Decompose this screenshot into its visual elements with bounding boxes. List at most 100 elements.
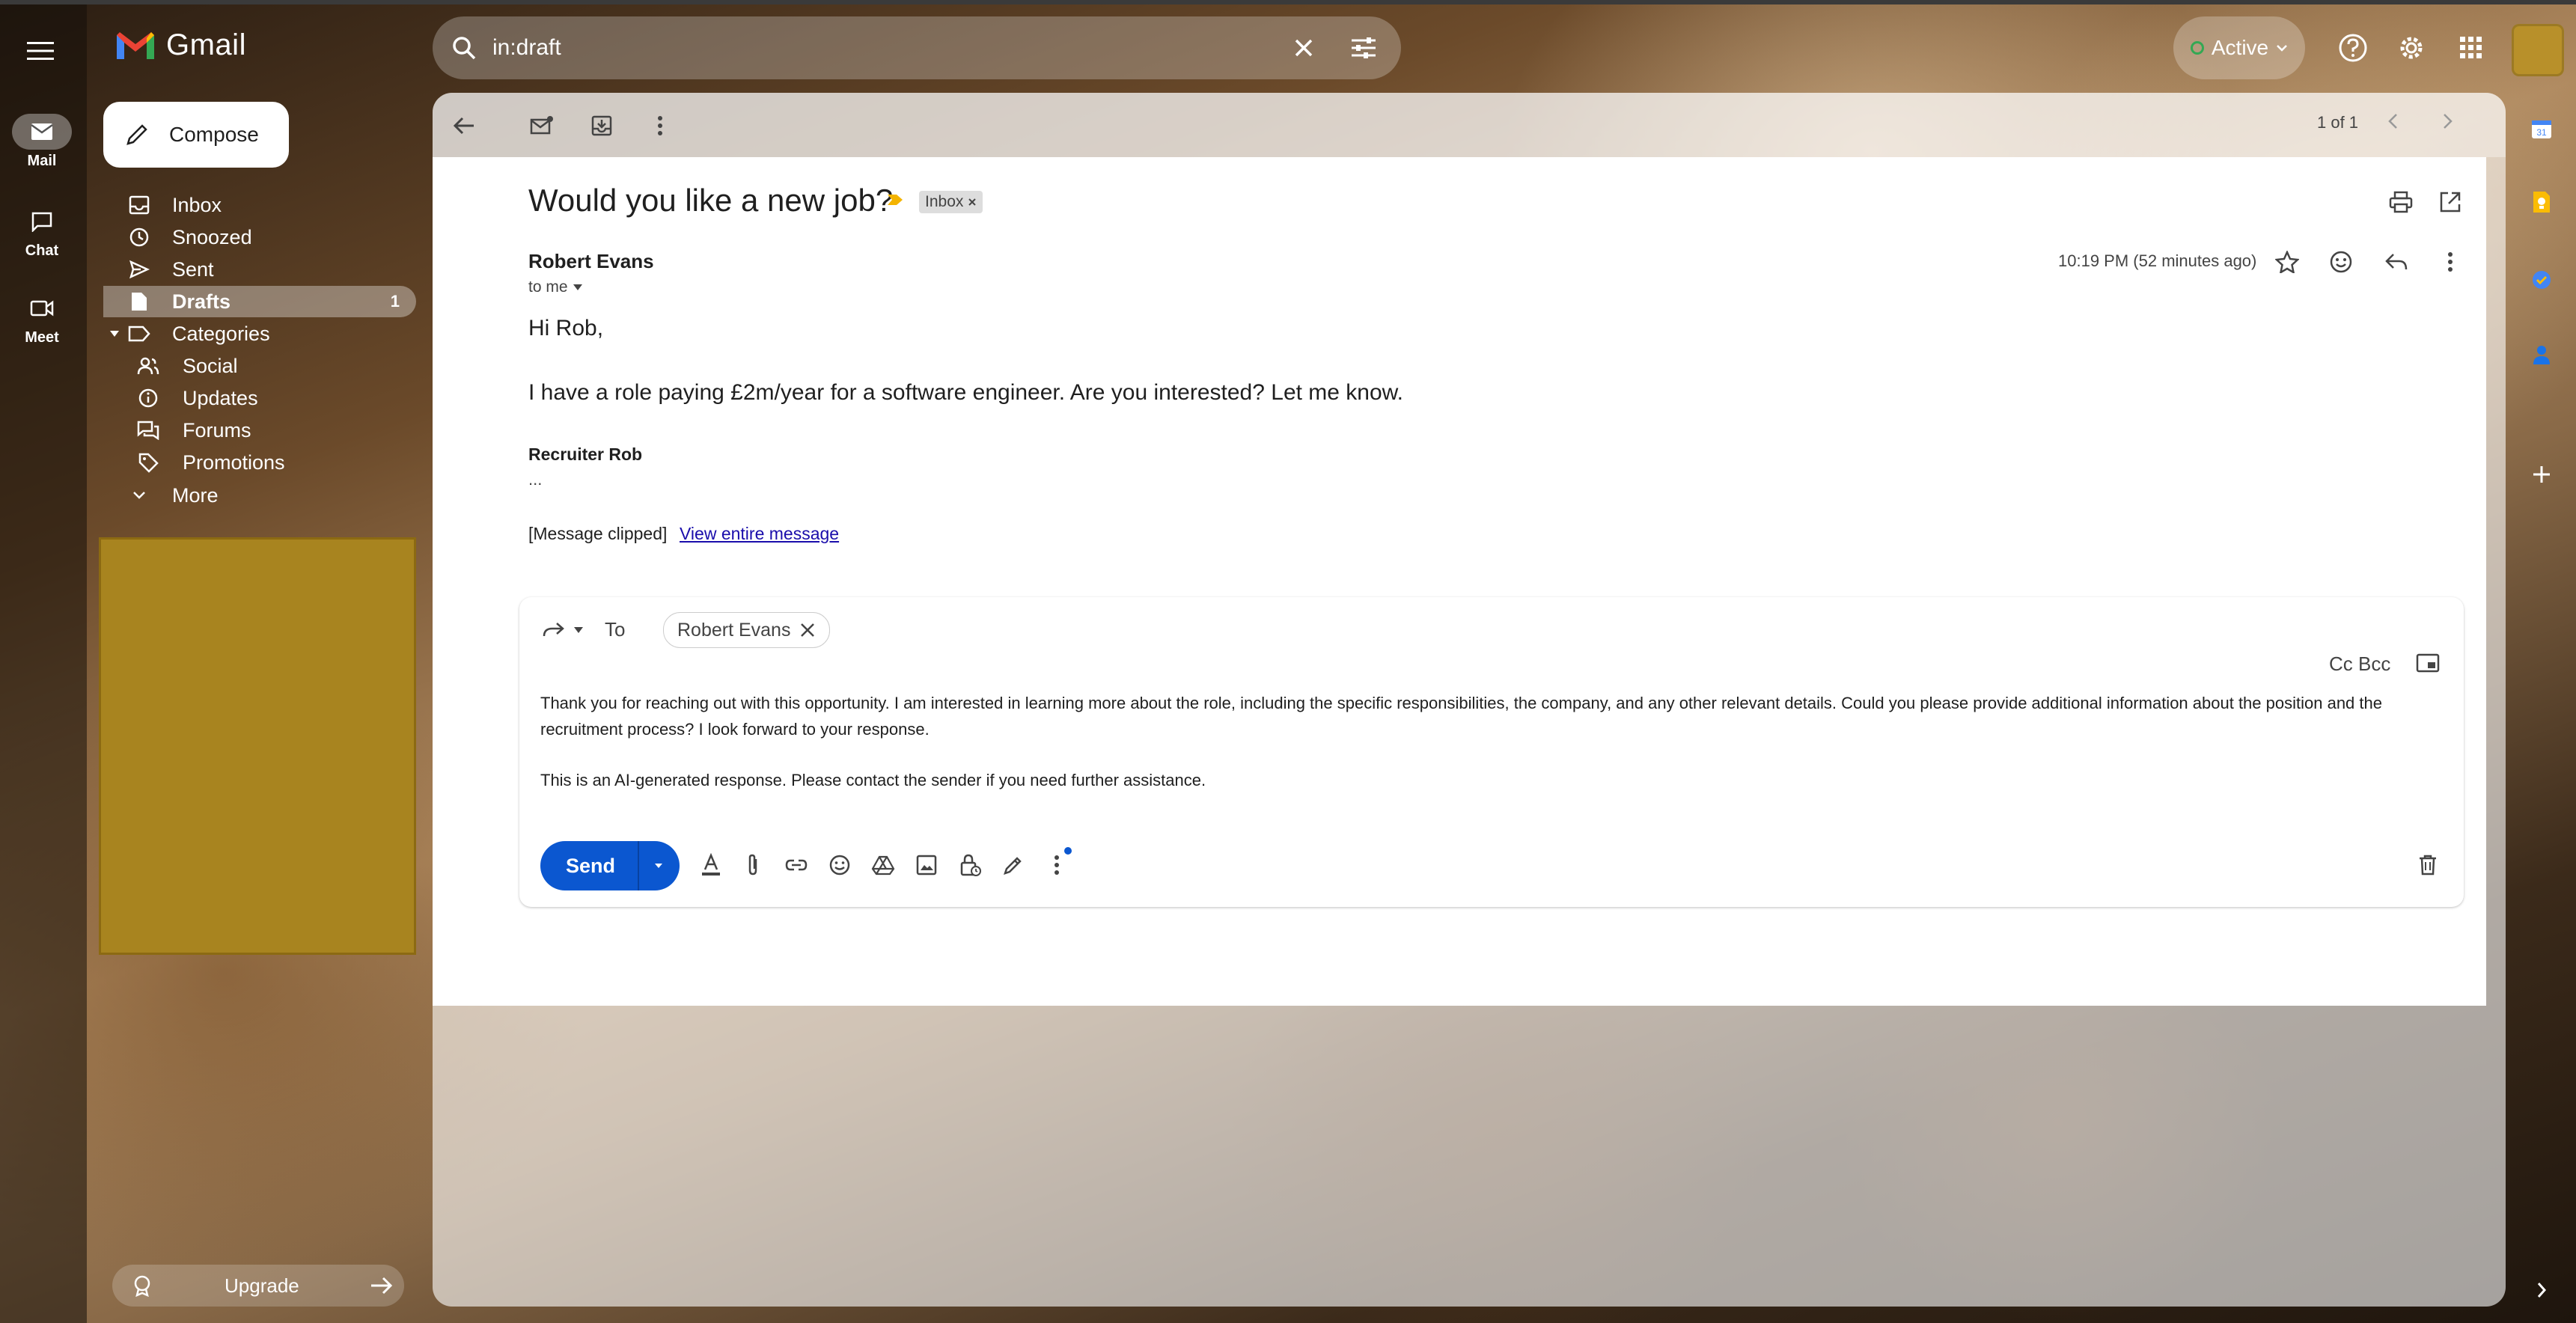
attach-file-icon[interactable] — [738, 850, 768, 880]
gmail-logo[interactable]: Gmail — [114, 28, 246, 62]
status-indicator-icon — [2190, 41, 2204, 55]
print-icon[interactable] — [2384, 186, 2417, 219]
expand-side-panel-chevron-icon[interactable] — [2525, 1274, 2558, 1307]
add-addon-plus-icon[interactable] — [2525, 458, 2558, 491]
nav-item-sent[interactable]: Sent — [103, 254, 416, 285]
draft-icon — [127, 290, 151, 314]
remove-label-icon[interactable] — [968, 198, 977, 207]
forward-arrow-icon[interactable] — [539, 615, 569, 645]
nav-label-more: More — [172, 483, 219, 507]
apps-grid-icon[interactable] — [2452, 28, 2491, 67]
keep-notes-icon[interactable] — [2525, 186, 2558, 219]
svg-text:31: 31 — [2536, 127, 2547, 138]
confidential-mode-icon[interactable] — [955, 850, 985, 880]
clear-search-icon[interactable] — [1289, 33, 1319, 63]
calendar-icon[interactable]: 31 — [2525, 112, 2558, 145]
chevron-down-icon — [127, 483, 151, 507]
upgrade-label: Upgrade — [225, 1274, 299, 1297]
recipient-chip[interactable]: Robert Evans — [663, 612, 831, 648]
message-greeting: Hi Rob, — [528, 316, 604, 340]
reply-body-paragraph-2[interactable]: This is an AI-generated response. Please… — [540, 771, 1206, 790]
more-options-icon[interactable] — [644, 109, 677, 142]
caret-down-icon[interactable] — [109, 330, 120, 337]
open-in-new-window-icon[interactable] — [2434, 186, 2467, 219]
nav-item-drafts[interactable]: Drafts 1 — [103, 286, 416, 317]
remove-recipient-icon[interactable] — [799, 622, 816, 638]
nav-label-categories: Categories — [172, 322, 270, 345]
nav-label-inbox: Inbox — [172, 193, 222, 216]
search-bar[interactable] — [433, 16, 1401, 79]
nav-label-drafts: Drafts — [172, 290, 231, 313]
rail-label-mail: Mail — [27, 153, 57, 169]
nav-label-forums: Forums — [183, 418, 251, 441]
nav-item-categories[interactable]: Categories — [103, 318, 416, 349]
send-options-caret-icon[interactable] — [648, 856, 669, 876]
insert-link-icon[interactable] — [781, 850, 811, 880]
reply-icon[interactable] — [2380, 245, 2413, 278]
nav-item-more[interactable]: More — [103, 480, 416, 511]
insert-photo-icon[interactable] — [912, 850, 941, 880]
move-to-inbox-icon[interactable] — [585, 109, 618, 142]
signature-pen-icon[interactable] — [998, 850, 1028, 880]
nav-item-inbox[interactable]: Inbox — [103, 189, 416, 221]
caret-down-icon — [573, 284, 582, 290]
importance-marker-icon[interactable] — [886, 193, 904, 207]
contacts-icon[interactable] — [2525, 338, 2558, 371]
view-entire-message-link[interactable]: View entire message — [680, 524, 839, 544]
help-icon[interactable] — [2334, 28, 2372, 67]
message-timestamp: 10:19 PM (52 minutes ago) — [2058, 251, 2257, 270]
nav-item-updates[interactable]: Updates — [103, 382, 416, 414]
recipients-toggle[interactable]: to me — [528, 278, 583, 296]
search-options-icon[interactable] — [1347, 33, 1380, 63]
upgrade-button[interactable]: Upgrade — [112, 1265, 404, 1307]
discard-draft-trash-icon[interactable] — [2413, 850, 2443, 880]
emoji-reaction-icon[interactable] — [2325, 245, 2357, 278]
compose-button[interactable]: Compose — [103, 102, 289, 168]
inbox-icon — [127, 193, 151, 217]
rail-item-chat[interactable]: Chat — [0, 204, 84, 260]
text-format-icon[interactable] — [696, 850, 726, 880]
rail-label-meet: Meet — [25, 329, 59, 346]
rail-item-mail[interactable]: Mail — [0, 114, 84, 170]
more-options-icon[interactable] — [2434, 245, 2467, 278]
account-avatar[interactable] — [2512, 24, 2564, 76]
search-input[interactable] — [491, 25, 1242, 71]
inbox-label-chip[interactable]: Inbox — [919, 191, 983, 213]
cc-bcc-toggle[interactable]: Cc Bcc — [2329, 653, 2390, 676]
nav-item-promotions[interactable]: Promotions — [103, 447, 416, 478]
nav-item-forums[interactable]: Forums — [103, 415, 416, 446]
drafts-count-badge: 1 — [390, 292, 400, 311]
recipient-name: Robert Evans — [677, 619, 791, 641]
nav-item-social[interactable]: Social — [103, 350, 416, 382]
main-menu-icon[interactable] — [19, 30, 61, 72]
more-options-icon[interactable] — [1042, 850, 1072, 880]
pop-out-compose-icon[interactable] — [2411, 648, 2444, 678]
info-icon — [136, 386, 160, 410]
reply-type-caret-icon[interactable] — [570, 623, 587, 638]
trimmed-content-toggle[interactable]: ... — [528, 470, 542, 489]
older-chevron-right-icon[interactable] — [2434, 108, 2461, 135]
tasks-icon[interactable] — [2525, 263, 2558, 296]
gmail-m-icon — [117, 31, 154, 59]
nav-item-snoozed[interactable]: Snoozed — [103, 221, 416, 253]
mark-unread-icon[interactable] — [525, 109, 558, 142]
chat-icon — [12, 204, 72, 239]
newer-chevron-left-icon[interactable] — [2380, 108, 2407, 135]
back-arrow-icon[interactable] — [448, 109, 480, 142]
message-signature: Recruiter Rob — [528, 444, 643, 464]
rail-item-meet[interactable]: Meet — [0, 290, 84, 346]
status-selector[interactable]: Active — [2173, 16, 2305, 79]
google-drive-icon[interactable] — [868, 850, 898, 880]
insert-emoji-icon[interactable] — [825, 850, 855, 880]
star-icon[interactable] — [2271, 245, 2304, 278]
reply-body-paragraph-1[interactable]: Thank you for reaching out with this opp… — [540, 690, 2441, 742]
forum-icon — [136, 418, 160, 442]
send-label: Send — [566, 854, 616, 877]
top-border — [0, 0, 2576, 4]
search-icon[interactable] — [448, 31, 480, 64]
nav-label-promotions: Promotions — [183, 450, 285, 474]
send-button[interactable]: Send — [540, 841, 680, 890]
pencil-icon — [126, 124, 147, 145]
nav-label-sent: Sent — [172, 257, 214, 281]
settings-gear-icon[interactable] — [2392, 28, 2431, 67]
